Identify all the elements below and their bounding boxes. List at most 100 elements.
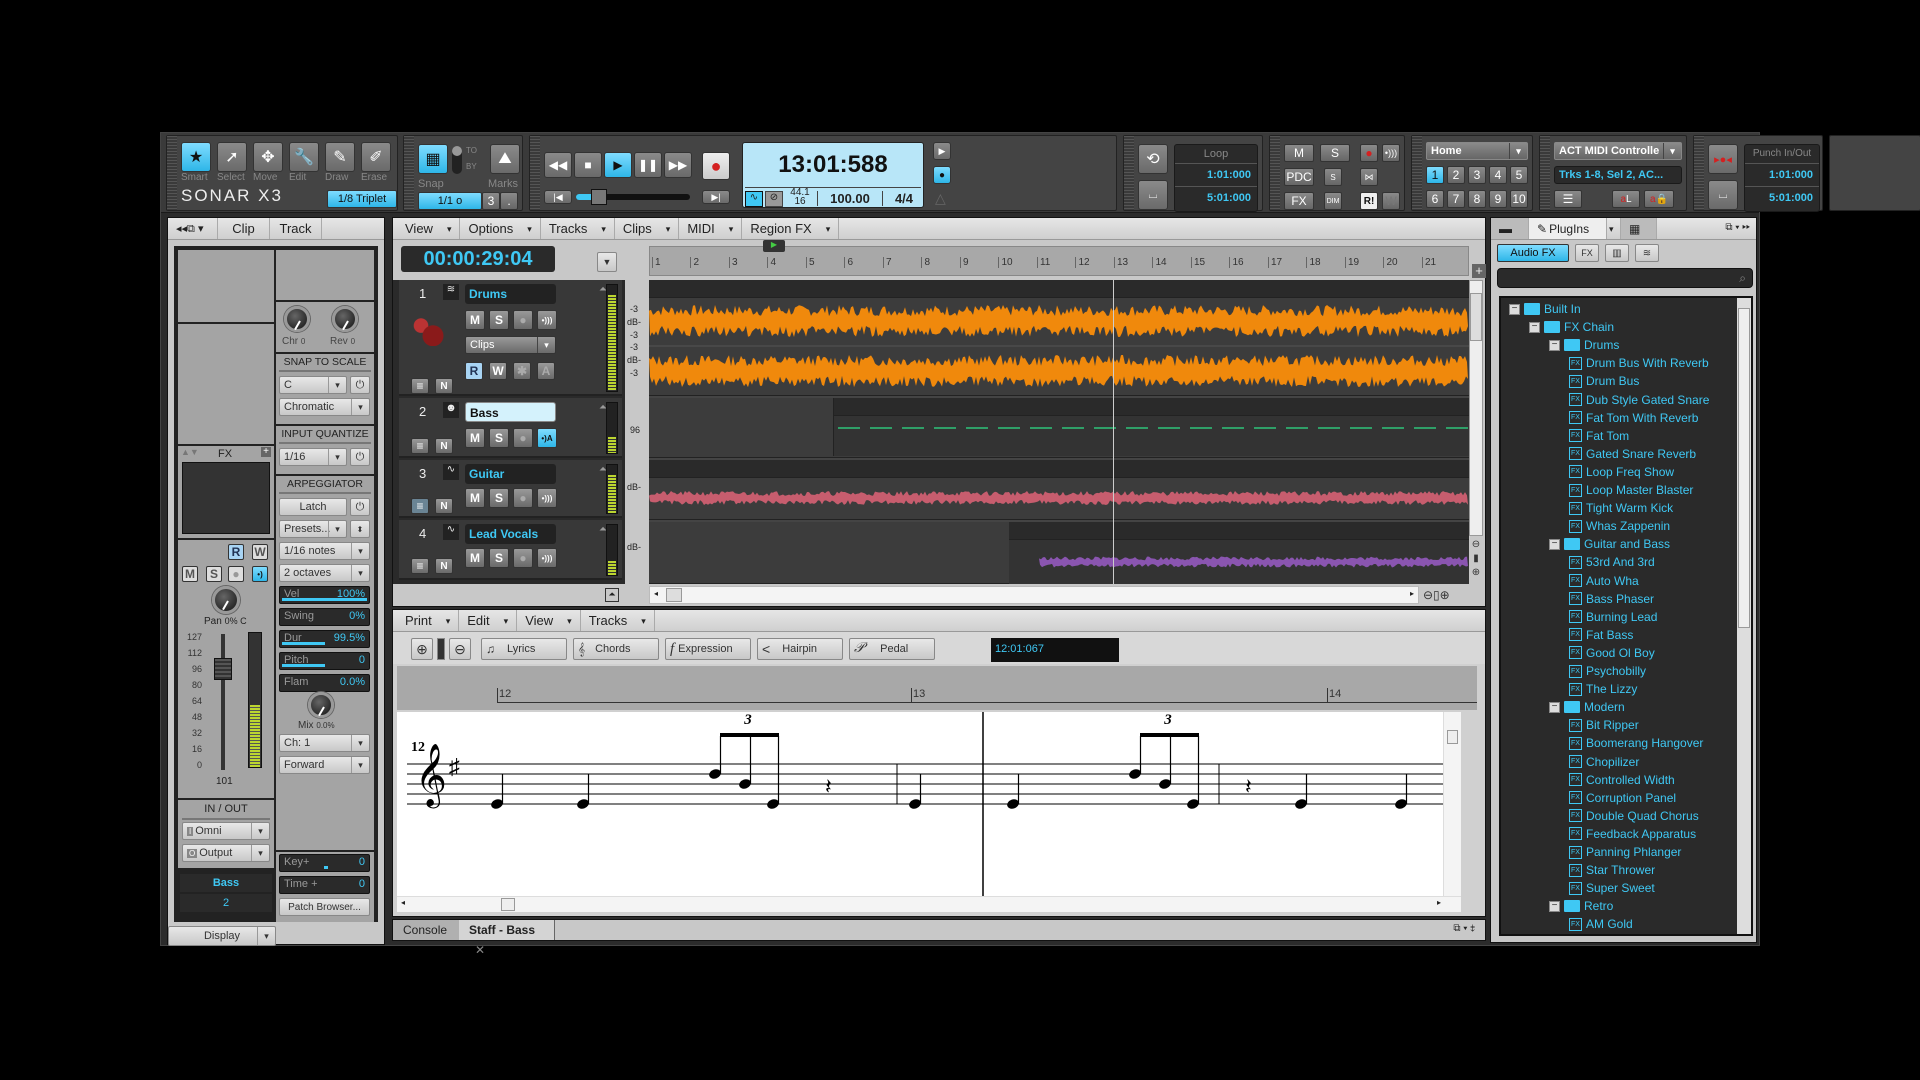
tree-plugin[interactable]: FX AM Gold (1569, 917, 1633, 931)
freeze-button[interactable]: ✱ (513, 362, 531, 380)
arp-vel-field[interactable]: Vel 100% (279, 586, 370, 604)
solo-button[interactable]: S (489, 428, 509, 448)
tab-console[interactable]: Console (393, 920, 459, 940)
play-button[interactable]: ▶ (604, 152, 632, 178)
collapse-icon[interactable]: − (1549, 701, 1560, 713)
act-list-button[interactable]: ☰ (1554, 190, 1582, 208)
lane-lead-vocals[interactable] (649, 522, 1469, 584)
staff-notation[interactable]: 3 3 𝄽 𝄽 (397, 712, 1443, 896)
collapse-icon[interactable]: − (1549, 538, 1560, 550)
midi-fx-filter-button[interactable]: FX (1575, 244, 1599, 262)
reverb-knob[interactable] (332, 306, 358, 332)
tree-folder[interactable]: − FX Chain (1529, 320, 1614, 334)
tv-menu-clips[interactable]: Clips ▾ (615, 218, 680, 239)
arm-button[interactable]: ● (513, 548, 533, 568)
tree-plugin[interactable]: FX Tight Warm Kick (1569, 501, 1673, 515)
track-name[interactable]: Drums (465, 284, 556, 304)
act-lock-button[interactable]: a 🔒 (1644, 190, 1674, 208)
module-grip[interactable] (1124, 136, 1134, 210)
close-tab-icon[interactable]: ✕ (475, 943, 485, 957)
play-mode-button[interactable]: ▶ (933, 142, 951, 160)
input-echo-button[interactable]: •))) (537, 488, 557, 508)
tree-plugin[interactable]: FX Fat Tom With Reverb (1569, 411, 1698, 425)
punch-toggle-button[interactable]: ▸●◂ (1708, 144, 1738, 174)
scale-key-select[interactable]: C ▾ (279, 376, 347, 394)
arp-power-button[interactable]: ⏻ (350, 498, 370, 516)
tab-track[interactable]: Track (270, 218, 322, 239)
tree-plugin[interactable]: FX The Lizzy (1569, 682, 1637, 696)
arp-direction-select[interactable]: Forward ▾ (279, 756, 370, 774)
track-name[interactable]: Guitar (465, 464, 556, 484)
loop-toggle-button[interactable]: ⟲ (1138, 144, 1168, 174)
input-echo-button[interactable]: •))) (537, 310, 557, 330)
collapse-icon[interactable]: − (1549, 900, 1560, 912)
tv-menu-tracks[interactable]: Tracks ▾ (541, 218, 615, 239)
mute-all-button[interactable]: M (1284, 144, 1314, 162)
tree-plugin[interactable]: FX Bass Phaser (1569, 592, 1654, 606)
pause-button[interactable]: ❚❚ (634, 152, 662, 178)
region-fx-filter-button[interactable]: ≋ (1635, 244, 1659, 262)
tool-move-button[interactable]: ✥ (253, 142, 283, 172)
stop-button[interactable]: ■ (574, 152, 602, 178)
tree-plugin[interactable]: FX Fat Bass (1569, 628, 1633, 642)
tool-draw-button[interactable]: ✎ (325, 142, 355, 172)
volume-fader[interactable] (214, 657, 232, 680)
collapse-icon[interactable]: − (1529, 321, 1540, 333)
track-controls-icon[interactable]: ≡ (411, 378, 429, 394)
tree-plugin[interactable]: FX Psychobilly (1569, 664, 1646, 678)
key-plus-field[interactable]: Key+ 0 (279, 854, 370, 872)
scale-type-select[interactable]: Chromatic ▾ (279, 398, 370, 416)
module-grip[interactable] (404, 136, 414, 210)
module-grip[interactable] (167, 136, 177, 210)
track-controls-icon[interactable]: ≡ (411, 438, 429, 454)
time-format-button[interactable]: ▼ (597, 252, 617, 272)
solo-button[interactable]: S (206, 566, 222, 582)
solo-button[interactable]: S (489, 310, 509, 330)
time-display[interactable]: 00:00:29:04 (401, 246, 555, 272)
screenset-6-button[interactable]: 6 (1426, 190, 1444, 208)
archive-button[interactable]: A (537, 362, 555, 380)
automation-button[interactable]: ⋈ (1360, 168, 1378, 186)
staff-menu-edit[interactable]: Edit ▾ (459, 610, 518, 631)
chorus-knob[interactable] (284, 306, 310, 332)
arp-rate-select[interactable]: 1/16 notes ▾ (279, 542, 370, 560)
screenset-3-button[interactable]: 3 (1468, 166, 1486, 184)
tree-plugin[interactable]: FX Corruption Panel (1569, 791, 1676, 805)
clips-pane[interactable] (649, 280, 1469, 584)
horizontal-zoom[interactable]: ⊖▯⊕ (1423, 588, 1450, 602)
go-to-start-button[interactable]: |◀ (544, 190, 572, 204)
mix-knob[interactable] (308, 692, 334, 718)
now-marker[interactable]: ▶ (763, 240, 785, 252)
module-grip[interactable] (530, 136, 540, 210)
track-3[interactable]: 3 ∿ Guitar M S ● •))) ≡ N ⏶ (399, 460, 622, 518)
preset-spinner[interactable]: ⬍ (350, 520, 370, 538)
module-grip[interactable] (1694, 136, 1704, 210)
tab-clip[interactable]: Clip (218, 218, 270, 239)
tree-plugin[interactable]: FX Star Thrower (1569, 863, 1655, 877)
automation-lane-icon[interactable]: N (435, 378, 453, 394)
tool-edit-button[interactable]: 🔧 (289, 142, 319, 172)
tree-plugin[interactable]: FX 53rd And 3rd (1569, 555, 1655, 569)
drums-waveform[interactable] (649, 298, 1469, 396)
guitar-waveform[interactable] (649, 478, 1469, 518)
metronome-icon[interactable]: △ (935, 190, 946, 207)
lyrics-button[interactable]: ♫ Lyrics (481, 638, 567, 660)
tree-folder[interactable]: − Built In (1509, 302, 1581, 316)
horizontal-scrollbar[interactable]: ◂ ▸ (649, 586, 1419, 604)
record-button[interactable]: ● (702, 152, 730, 180)
pedal-button[interactable]: 𝒫 Pedal (849, 638, 935, 660)
browser-options[interactable]: ⧉ ▾ ▸▸ (1725, 222, 1750, 233)
mute-button[interactable]: M (182, 566, 198, 582)
write-disable-button[interactable]: W (1382, 192, 1400, 210)
tree-plugin[interactable]: FX Gated Snare Reverb (1569, 447, 1696, 461)
arm-all-button[interactable]: ● (1360, 144, 1378, 162)
snap-value-button[interactable]: 1/1 o (418, 192, 482, 210)
input-quantize-select[interactable]: 1/16 ▾ (279, 448, 347, 466)
tree-plugin[interactable]: FX Loop Freq Show (1569, 465, 1674, 479)
dotted-button[interactable]: . (500, 192, 518, 210)
screenset-1-button[interactable]: 1 (1426, 166, 1444, 184)
arp-swing-field[interactable]: Swing 0% (279, 608, 370, 626)
track-name[interactable]: Bass (465, 402, 556, 422)
solo-button[interactable]: S (489, 548, 509, 568)
lane-guitar[interactable] (649, 460, 1469, 520)
